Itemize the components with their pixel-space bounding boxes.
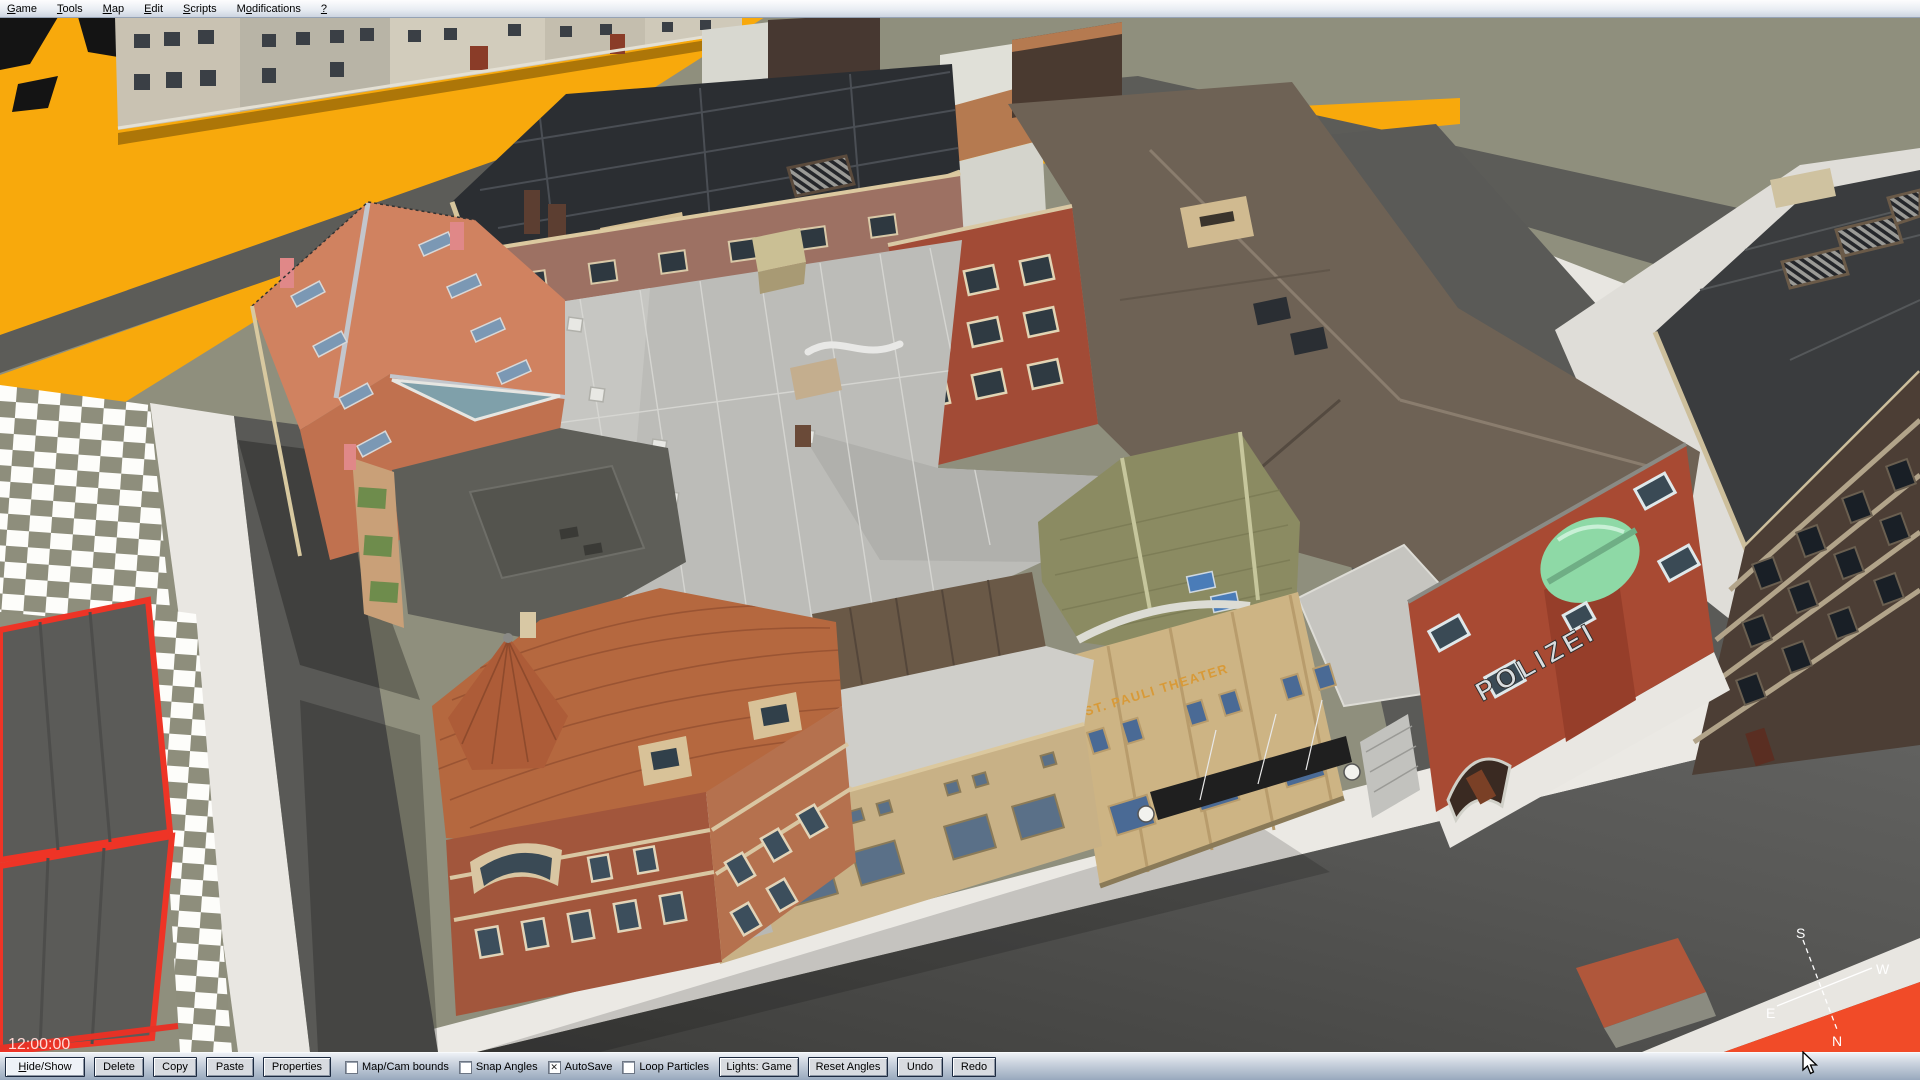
- menu-item-game[interactable]: Game: [7, 3, 37, 15]
- checkbox-box[interactable]: ✕: [548, 1061, 561, 1074]
- menu-item-map[interactable]: Map: [103, 3, 124, 15]
- selected-plot-1[interactable]: [0, 600, 170, 860]
- redo-button[interactable]: Redo: [952, 1057, 996, 1077]
- properties-button[interactable]: Properties: [263, 1057, 331, 1077]
- compass-w: W: [1876, 961, 1890, 977]
- checkbox-loop-particles[interactable]: Loop Particles: [622, 1061, 709, 1074]
- checkbox-box[interactable]: [459, 1061, 472, 1074]
- undo-button[interactable]: Undo: [897, 1057, 943, 1077]
- checkbox-box[interactable]: [345, 1061, 358, 1074]
- menu-item-help[interactable]: ?: [321, 3, 327, 15]
- menu-item-edit[interactable]: Edit: [144, 3, 163, 15]
- selected-plot-2[interactable]: [0, 836, 178, 1052]
- clock-display: 12:00:00: [8, 1036, 70, 1052]
- compass-s: S: [1796, 925, 1805, 941]
- paste-button[interactable]: Paste: [206, 1057, 254, 1077]
- delete-button[interactable]: Delete: [94, 1057, 144, 1077]
- copy-button[interactable]: Copy: [153, 1057, 197, 1077]
- reset-angles-button[interactable]: Reset Angles: [808, 1057, 888, 1077]
- viewport-3d[interactable]: POLIZEI ST. PAULI THEATER: [0, 17, 1920, 1052]
- checkbox-box[interactable]: [622, 1061, 635, 1074]
- lights-game-button[interactable]: Lights: Game: [719, 1057, 799, 1077]
- menu-item-tools[interactable]: Tools: [57, 3, 83, 15]
- hide-show-button[interactable]: Hide/Show: [5, 1057, 85, 1077]
- checkbox-map-cam-bounds[interactable]: Map/Cam bounds: [345, 1061, 449, 1074]
- compass-e: E: [1766, 1005, 1775, 1021]
- menu-bar: Game Tools Map Edit Scripts Modification…: [0, 0, 1920, 18]
- checkbox-autosave[interactable]: ✕ AutoSave: [548, 1061, 613, 1074]
- compass-n: N: [1832, 1033, 1842, 1049]
- editor-toolbar: Hide/Show Delete Copy Paste Properties M…: [0, 1052, 1920, 1080]
- menu-item-scripts[interactable]: Scripts: [183, 3, 217, 15]
- menu-item-modifications[interactable]: Modifications: [237, 3, 301, 15]
- checkbox-snap-angles[interactable]: Snap Angles: [459, 1061, 538, 1074]
